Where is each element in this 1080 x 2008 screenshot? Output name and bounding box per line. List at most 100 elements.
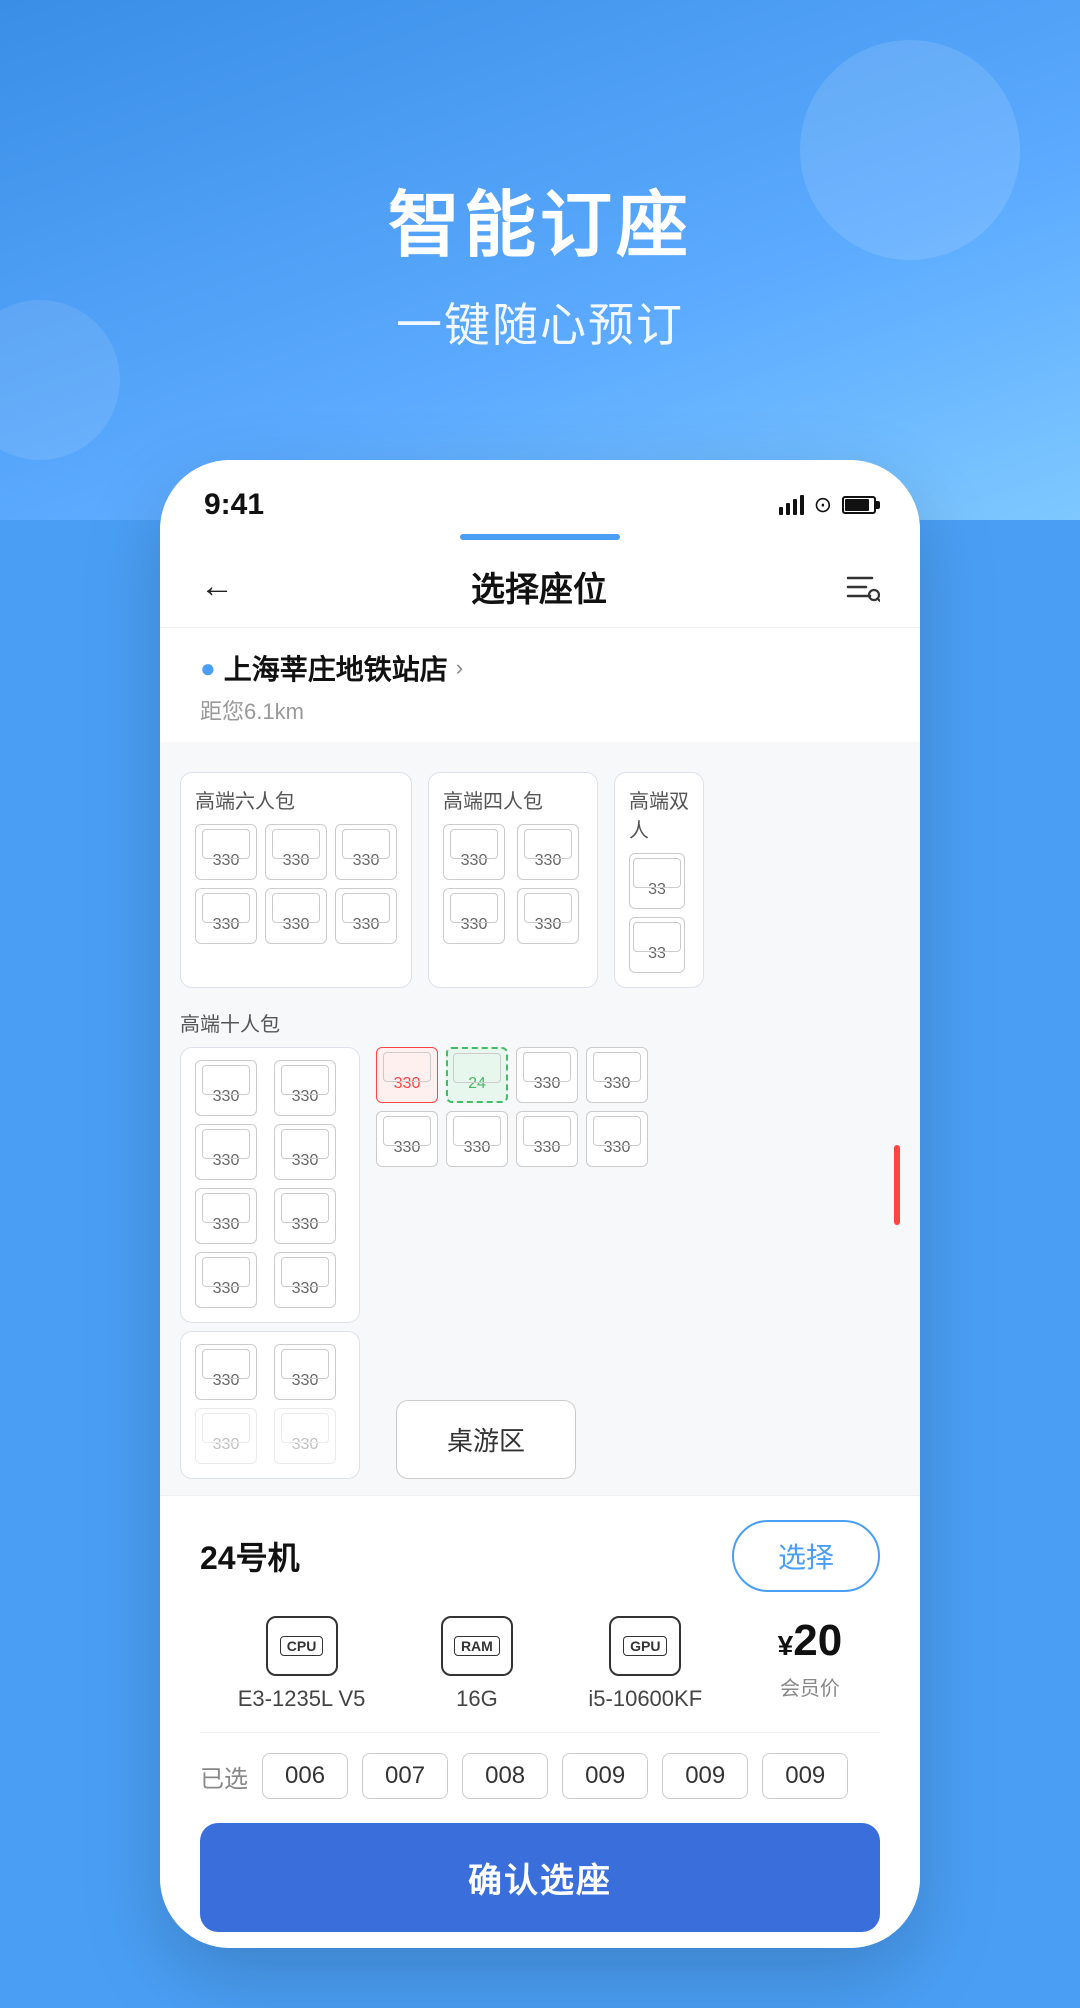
bottom-panel: 24号机 选择 CPU E3-1235L V5 RAM 16G <box>160 1495 920 1948</box>
specs-row: CPU E3-1235L V5 RAM 16G GPU i5-10600KF <box>200 1616 880 1733</box>
cpu-value: E3-1235L V5 <box>238 1686 366 1712</box>
ten-pack-right: 330 24 330 330 330 330 330 <box>376 1047 878 1323</box>
seat-item[interactable]: 330 <box>586 1047 648 1103</box>
selected-label: 已选 <box>200 1759 248 1794</box>
cpu-icon: CPU <box>266 1616 338 1676</box>
room-six-label: 高端六人包 <box>195 785 397 814</box>
red-edge-indicator <box>894 1145 900 1225</box>
ten-pack-section: 高端十人包 330 330 330 330 330 330 330 330 <box>160 998 920 1495</box>
seat-item[interactable]: 330 <box>195 1060 257 1116</box>
seat-grid-six: 330 330 330 330 330 330 <box>195 824 397 944</box>
seat-item[interactable]: 330 <box>517 888 579 944</box>
location-name: 上海莘庄地铁站店 <box>224 648 448 688</box>
notch-line <box>460 534 620 540</box>
location-pin-icon: ● <box>200 653 216 684</box>
ten-pack-left: 330 330 330 330 330 330 330 330 <box>180 1047 360 1323</box>
battery-icon <box>842 496 876 514</box>
gpu-icon: GPU <box>609 1616 681 1676</box>
seat-selected[interactable]: 24 <box>446 1047 508 1103</box>
seat-item[interactable]: 330 <box>516 1047 578 1103</box>
seat-occupied[interactable]: 330 <box>376 1047 438 1103</box>
room-four-label: 高端四人包 <box>443 785 583 814</box>
bottom-area: 330 330 330 330 桌游区 <box>180 1331 900 1479</box>
ten-pack-label: 高端十人包 <box>180 1008 900 1037</box>
machine-info-row: 24号机 选择 <box>200 1520 880 1592</box>
room-double-label: 高端双人 <box>629 785 689 843</box>
menu-search-icon[interactable] <box>844 569 880 605</box>
signal-icon <box>779 495 804 515</box>
room-four-pack: 高端四人包 330 330 330 330 <box>428 772 598 988</box>
deco-circle2 <box>0 300 120 460</box>
status-time: 9:41 <box>204 488 264 522</box>
seat-item[interactable]: 330 <box>274 1408 336 1464</box>
seat-item[interactable]: 330 <box>195 1124 257 1180</box>
seat-item[interactable]: 330 <box>195 824 257 880</box>
selected-seat-tag[interactable]: 009 <box>662 1753 748 1799</box>
seat-item[interactable]: 330 <box>265 824 327 880</box>
seat-item[interactable]: 330 <box>195 1344 257 1400</box>
ten-pack-inner: 330 330 330 330 330 330 330 330 <box>180 1047 900 1323</box>
seat-item[interactable]: 330 <box>335 888 397 944</box>
location-arrow-icon: › <box>456 655 463 681</box>
seat-grid-four: 330 330 330 330 <box>443 824 583 944</box>
select-button[interactable]: 选择 <box>732 1520 880 1592</box>
phone-mockup: 9:41 ⊙ ← 选择座位 <box>160 460 920 1948</box>
ten-pack-bottom-left: 330 330 330 330 <box>180 1331 360 1479</box>
seat-item[interactable]: 330 <box>516 1111 578 1167</box>
back-button[interactable]: ← <box>200 567 234 606</box>
seat-item[interactable]: 330 <box>376 1111 438 1167</box>
seat-item[interactable]: 33 <box>629 917 685 973</box>
location-distance: 距您6.1km <box>160 694 920 742</box>
machine-name: 24号机 <box>200 1533 300 1579</box>
wifi-icon: ⊙ <box>814 492 832 518</box>
seat-item[interactable]: 330 <box>274 1344 336 1400</box>
nav-title: 选择座位 <box>471 562 607 611</box>
seat-item[interactable]: 330 <box>446 1111 508 1167</box>
seat-item[interactable]: 33 <box>629 853 685 909</box>
status-bar: 9:41 ⊙ <box>160 460 920 532</box>
seat-grid-left: 330 330 330 330 330 330 330 330 <box>195 1060 345 1308</box>
seat-item[interactable]: 330 <box>195 1408 257 1464</box>
selected-seats-row: 已选 006 007 008 009 009 009 <box>200 1733 880 1815</box>
ram-value: 16G <box>456 1686 498 1712</box>
gpu-icon-label: GPU <box>623 1636 667 1656</box>
hero-subtitle: 一键随心预订 <box>396 289 684 355</box>
selected-seat-tag[interactable]: 007 <box>362 1753 448 1799</box>
selected-seat-tag[interactable]: 009 <box>562 1753 648 1799</box>
seat-item[interactable]: 330 <box>265 888 327 944</box>
phone-wrapper: 9:41 ⊙ ← 选择座位 <box>0 460 1080 2008</box>
price-box: ¥20 会员价 <box>778 1616 843 1701</box>
room-double-pack: 高端双人 33 33 <box>614 772 704 988</box>
seat-item[interactable]: 330 <box>586 1111 648 1167</box>
location-bar[interactable]: ● 上海莘庄地铁站店 › <box>160 628 920 694</box>
status-icons: ⊙ <box>779 492 876 518</box>
seat-item[interactable]: 330 <box>274 1252 336 1308</box>
selected-seat-tag[interactable]: 008 <box>462 1753 548 1799</box>
price-value: ¥20 <box>778 1616 843 1666</box>
nav-bar: ← 选择座位 <box>160 552 920 628</box>
room-six-pack: 高端六人包 330 330 330 330 330 330 <box>180 772 412 988</box>
seat-item[interactable]: 330 <box>335 824 397 880</box>
seat-item[interactable]: 330 <box>195 888 257 944</box>
seat-item[interactable]: 330 <box>443 888 505 944</box>
deco-circle1 <box>800 40 1020 260</box>
hero-title: 智能订座 <box>388 166 692 271</box>
confirm-button[interactable]: 确认选座 <box>200 1823 880 1932</box>
seat-item[interactable]: 330 <box>274 1124 336 1180</box>
ram-icon-label: RAM <box>454 1636 500 1656</box>
selected-seat-tag[interactable]: 009 <box>762 1753 848 1799</box>
seat-item[interactable]: 330 <box>274 1188 336 1244</box>
seat-map-container: 高端六人包 330 330 330 330 330 330 高端四人包 330 <box>160 742 920 1495</box>
price-label: 会员价 <box>780 1672 840 1701</box>
table-game-area: 桌游区 <box>396 1400 576 1479</box>
cpu-spec: CPU E3-1235L V5 <box>238 1616 366 1712</box>
seat-grid-bottom: 330 330 330 330 <box>195 1344 345 1464</box>
seat-item[interactable]: 330 <box>274 1060 336 1116</box>
ram-spec: RAM 16G <box>441 1616 513 1712</box>
selected-seat-tag[interactable]: 006 <box>262 1753 348 1799</box>
seat-item[interactable]: 330 <box>443 824 505 880</box>
ram-icon: RAM <box>441 1616 513 1676</box>
seat-item[interactable]: 330 <box>195 1188 257 1244</box>
seat-item[interactable]: 330 <box>517 824 579 880</box>
seat-item[interactable]: 330 <box>195 1252 257 1308</box>
